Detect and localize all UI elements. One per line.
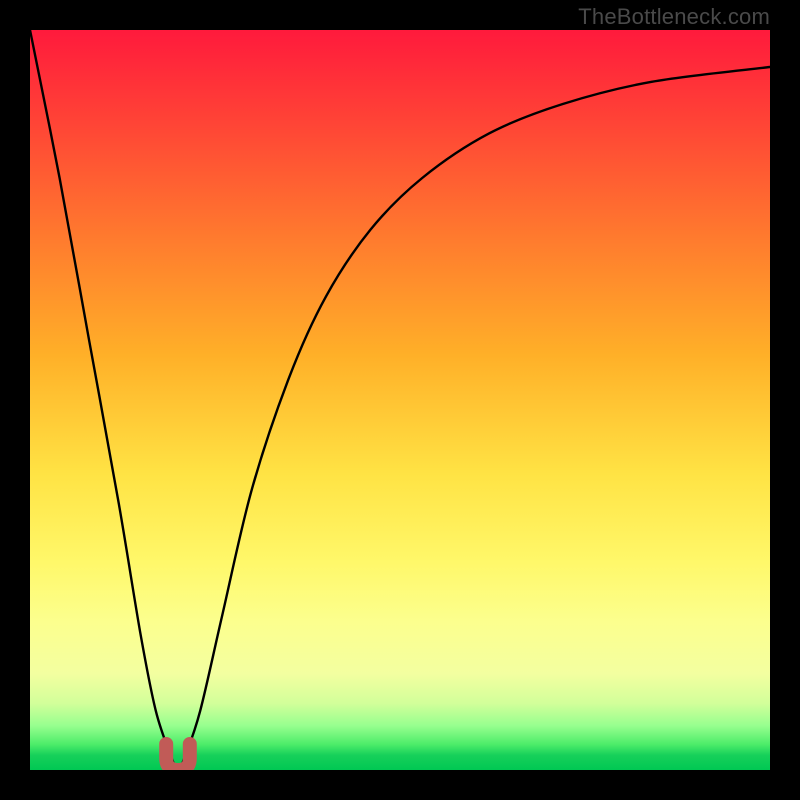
plot-area: [30, 30, 770, 770]
watermark-text: TheBottleneck.com: [578, 4, 770, 30]
curve-layer: [30, 30, 770, 770]
bottleneck-curve: [30, 30, 770, 770]
chart-frame: TheBottleneck.com: [0, 0, 800, 800]
notch-marker: [166, 744, 190, 770]
